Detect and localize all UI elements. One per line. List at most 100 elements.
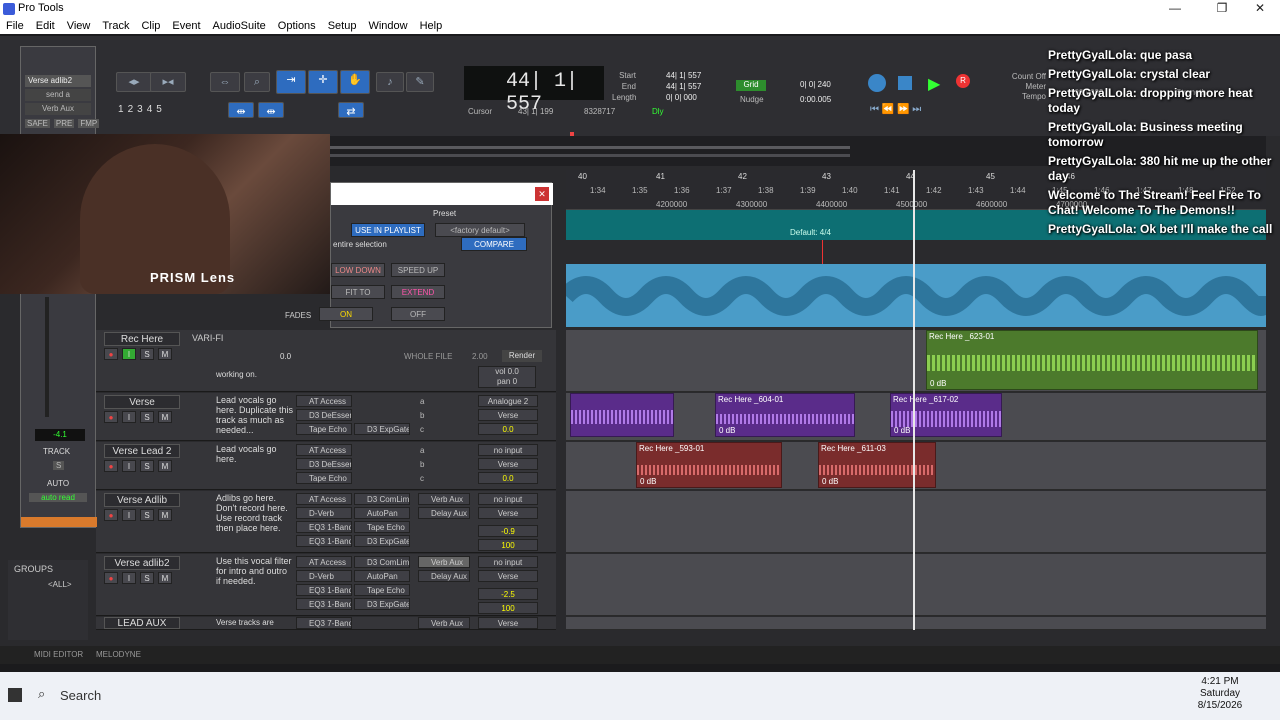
edit-mode-button-2[interactable]: ⇹ <box>258 102 284 118</box>
playhead[interactable] <box>913 170 915 630</box>
compare-button[interactable]: COMPARE <box>461 237 527 251</box>
selector-tool[interactable]: ✛ <box>308 70 338 94</box>
record-button[interactable]: R <box>956 74 970 88</box>
length-value[interactable]: 0| 0| 000 <box>666 92 701 103</box>
insert-slot[interactable]: EQ3 1-Band <box>296 521 352 533</box>
close-icon[interactable]: ✕ <box>535 187 549 201</box>
insert-slot[interactable]: Tape Echo <box>296 423 352 435</box>
output-selector[interactable]: Verse <box>478 458 538 470</box>
fades-off-button[interactable]: OFF <box>391 307 445 321</box>
preset-selector[interactable]: <factory default> <box>435 223 525 237</box>
speed-up-button[interactable]: SPEED UP <box>391 263 445 277</box>
insert-slot[interactable]: AT Access <box>296 556 352 568</box>
record-enable-button[interactable]: ● <box>104 572 118 584</box>
track-name[interactable]: Verse Lead 2 <box>104 444 180 458</box>
pan-display[interactable]: 100 <box>478 602 538 614</box>
track-selector[interactable]: Verse adlib2 <box>25 75 91 87</box>
menu-help[interactable]: Help <box>420 20 443 32</box>
trim-tool[interactable]: ⇥ <box>276 70 306 94</box>
extend-button[interactable]: EXTEND <box>391 285 445 299</box>
rewind-button[interactable]: ⏮ ⏪ ⏩ ⏭ <box>870 104 921 115</box>
render-button[interactable]: Render <box>502 350 542 362</box>
zoom-preset-2[interactable]: 2 <box>128 104 134 115</box>
clip-rec-here-611[interactable]: Rec Here _611-03 0 dB <box>818 442 936 488</box>
menu-edit[interactable]: Edit <box>36 20 55 32</box>
insert-slot[interactable]: EQ3 7-Band <box>296 617 352 629</box>
insert-slot[interactable]: Tape Echo <box>354 521 410 533</box>
grabber-tool[interactable]: ✋ <box>340 70 370 94</box>
clip-rec-here-593[interactable]: Rec Here _593-01 0 dB <box>636 442 782 488</box>
output-selector[interactable]: Verse <box>478 507 538 519</box>
maximize-button[interactable]: ❐ <box>1207 1 1237 17</box>
input-monitor-button[interactable]: I <box>122 411 136 423</box>
menu-setup[interactable]: Setup <box>328 20 357 32</box>
send-slot[interactable]: Delay Aux <box>418 507 470 519</box>
nudge-value[interactable]: 0:00.005 <box>800 95 831 104</box>
edit-mode-button[interactable]: ⇹ <box>228 102 254 118</box>
input-selector[interactable]: no input <box>478 556 538 568</box>
mute-button[interactable]: M <box>158 572 172 584</box>
volume-display[interactable]: 0.0 <box>478 423 538 435</box>
track-name[interactable]: Verse adlib2 <box>104 556 180 570</box>
lane-verse-adlib2[interactable] <box>566 554 1266 616</box>
mute-button[interactable]: M <box>158 460 172 472</box>
send-slot[interactable]: Verb Aux <box>418 556 470 568</box>
insert-slot[interactable]: AutoPan <box>354 570 410 582</box>
pre-button[interactable]: PRE <box>53 119 75 128</box>
close-button[interactable]: ✕ <box>1245 1 1275 17</box>
minimize-button[interactable]: — <box>1160 1 1190 17</box>
menu-window[interactable]: Window <box>368 20 407 32</box>
insert-slot[interactable]: D3 DeEsser <box>296 409 352 421</box>
clip-rec-here-623[interactable]: Rec Here _623-01 0 dB <box>926 330 1258 390</box>
melodyne-tab[interactable]: MELODYNE <box>96 650 141 659</box>
start-value[interactable]: 44| 1| 557 <box>666 70 701 81</box>
menu-file[interactable]: File <box>6 20 24 32</box>
insert-slot[interactable]: Tape Echo <box>296 472 352 484</box>
send-level[interactable]: -4.1 <box>35 429 85 441</box>
insert-slot[interactable]: AT Access <box>296 493 352 505</box>
menu-track[interactable]: Track <box>102 20 129 32</box>
taskbar-clock[interactable]: 4:21 PM Saturday 8/15/2026 <box>1190 676 1250 712</box>
fades-on-button[interactable]: ON <box>319 307 373 321</box>
pan-display[interactable]: 100 <box>478 539 538 551</box>
send-fader[interactable] <box>45 297 49 417</box>
zoom-out-button[interactable]: ◂▸ <box>116 72 152 92</box>
mute-button[interactable]: M <box>158 411 172 423</box>
insert-slot[interactable]: D-Verb <box>296 507 352 519</box>
input-selector[interactable]: no input <box>478 493 538 505</box>
insert-slot[interactable]: D3 ExpGate <box>354 535 410 547</box>
input-monitor-button[interactable]: I <box>122 572 136 584</box>
track-name[interactable]: Rec Here <box>104 332 180 346</box>
volume-display[interactable]: 0.0 <box>478 472 538 484</box>
solo-button[interactable]: S <box>140 348 154 360</box>
input-selector[interactable]: no input <box>478 444 538 456</box>
send-b[interactable]: b <box>420 411 424 420</box>
track-name[interactable]: Verse <box>104 395 180 409</box>
insert-slot[interactable]: AT Access <box>296 444 352 456</box>
send-destination[interactable]: Verb Aux <box>25 103 91 115</box>
midi-editor-tab[interactable]: MIDI EDITOR <box>34 650 83 659</box>
insert-slot[interactable]: D3 DeEsser <box>296 458 352 470</box>
insert-slot[interactable]: EQ3 1-Band <box>296 598 352 610</box>
zoomer-tool[interactable]: ⇔ <box>210 72 240 92</box>
main-counter[interactable]: 44| 1| 557 <box>464 66 604 116</box>
send-solo-button[interactable]: S <box>53 461 65 470</box>
slow-down-button[interactable]: LOW DOWN <box>331 263 385 277</box>
link-button[interactable]: ⇄ <box>338 102 364 118</box>
mute-button[interactable]: M <box>158 348 172 360</box>
send-slot[interactable]: Delay Aux <box>418 570 470 582</box>
magnify-icon[interactable]: ⌕ <box>244 72 270 92</box>
output-selector[interactable]: Verse <box>478 570 538 582</box>
use-in-playlist-button[interactable]: USE IN PLAYLIST <box>351 223 425 237</box>
record-enable-button[interactable]: ● <box>104 411 118 423</box>
insert-slot[interactable]: D3 ExpGate <box>354 423 410 435</box>
menu-options[interactable]: Options <box>278 20 316 32</box>
insert-slot[interactable]: Tape Echo <box>354 584 410 596</box>
send-a[interactable]: a <box>420 397 424 406</box>
solo-button[interactable]: S <box>140 572 154 584</box>
menu-audiosuite[interactable]: AudioSuite <box>213 20 266 32</box>
lane-verse-adlib[interactable] <box>566 491 1266 553</box>
menu-event[interactable]: Event <box>172 20 200 32</box>
search-icon[interactable]: ⌕ <box>38 686 45 702</box>
rec-here-lane[interactable] <box>566 264 1266 328</box>
